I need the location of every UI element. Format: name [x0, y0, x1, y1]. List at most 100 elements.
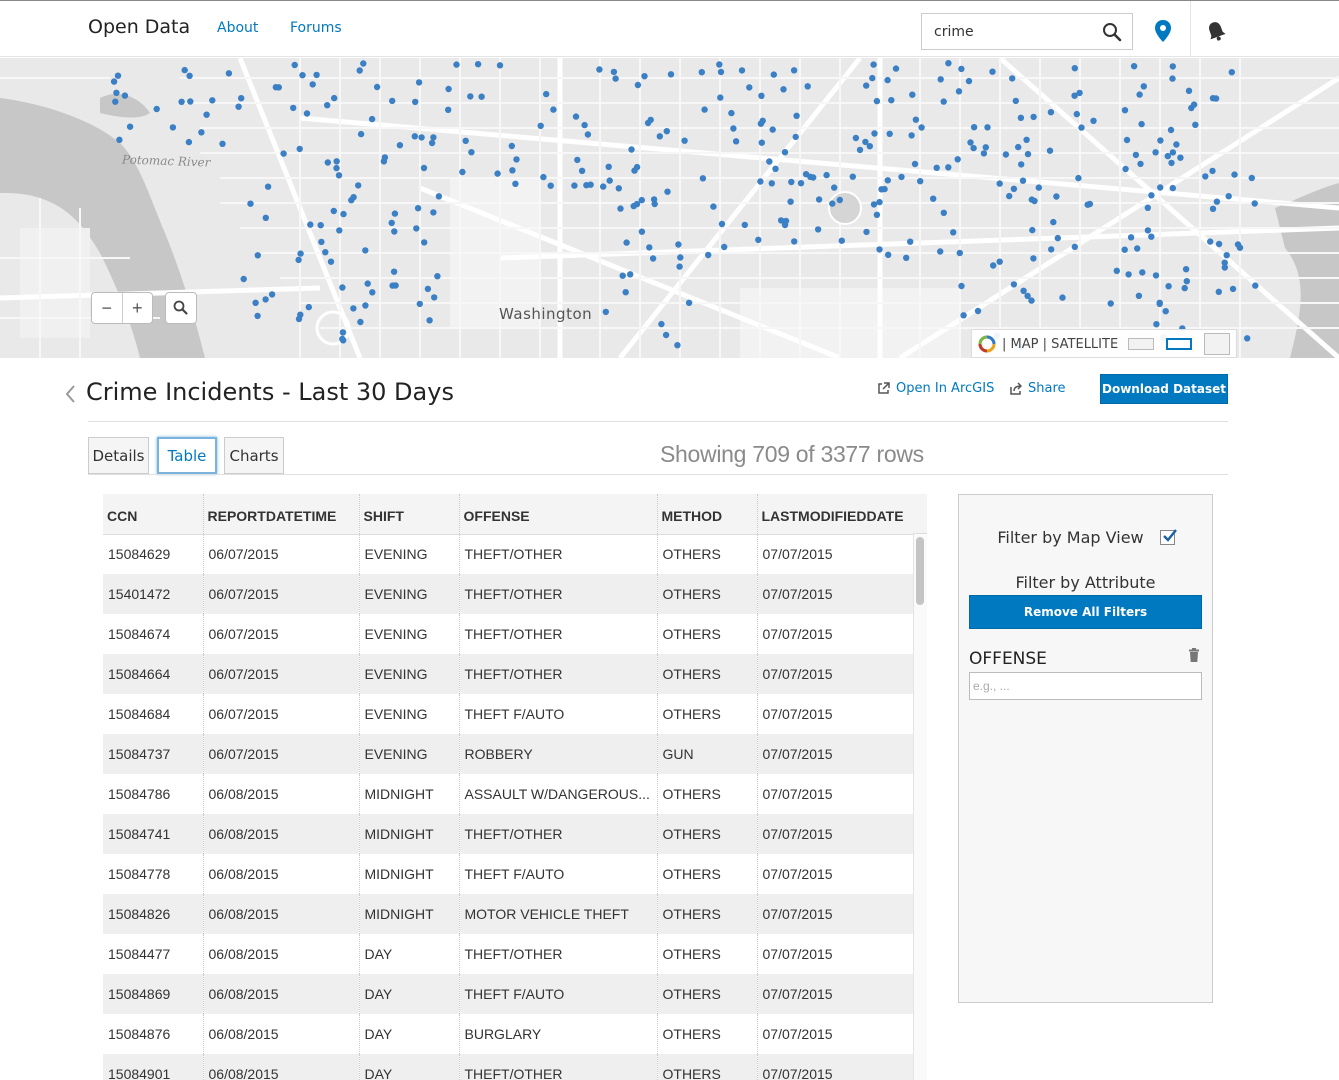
- cell-shift[interactable]: MIDNIGHT: [359, 814, 460, 854]
- column-header-method[interactable]: METHOD: [657, 494, 758, 535]
- crime-point[interactable]: [453, 61, 460, 68]
- cell-ccn[interactable]: 15401472: [103, 574, 204, 614]
- crime-point[interactable]: [758, 139, 765, 146]
- crime-point[interactable]: [305, 303, 312, 311]
- crime-point[interactable]: [264, 183, 272, 190]
- crime-point[interactable]: [350, 305, 357, 312]
- crime-point[interactable]: [770, 71, 777, 78]
- crime-point[interactable]: [550, 106, 557, 113]
- crime-point[interactable]: [280, 150, 287, 157]
- crime-point[interactable]: [1015, 143, 1022, 151]
- crime-point[interactable]: [434, 273, 441, 280]
- cell-ccn[interactable]: 15084664: [103, 654, 204, 694]
- crime-point[interactable]: [415, 79, 423, 86]
- crime-point[interactable]: [1213, 198, 1221, 205]
- column-header-shift[interactable]: SHIFT: [359, 494, 460, 535]
- crime-point[interactable]: [1169, 149, 1177, 156]
- crime-point[interactable]: [1073, 110, 1081, 118]
- crime-point[interactable]: [790, 67, 798, 74]
- crime-point[interactable]: [508, 142, 515, 150]
- crime-point[interactable]: [1228, 69, 1236, 76]
- crime-point[interactable]: [631, 167, 638, 174]
- crime-point[interactable]: [324, 159, 331, 166]
- crime-point[interactable]: [863, 228, 870, 236]
- crime-point[interactable]: [757, 178, 764, 185]
- crime-point[interactable]: [362, 247, 369, 254]
- crime-point[interactable]: [1209, 205, 1217, 212]
- crime-point[interactable]: [612, 75, 619, 82]
- tab-charts[interactable]: Charts: [224, 437, 284, 474]
- crime-point[interactable]: [587, 181, 594, 188]
- crime-point[interactable]: [1024, 150, 1032, 158]
- crime-point[interactable]: [1248, 174, 1256, 182]
- cell-reportdatetime[interactable]: 06/08/2015: [203, 974, 360, 1014]
- crime-point[interactable]: [238, 95, 245, 102]
- crime-point[interactable]: [1132, 151, 1140, 159]
- crime-point[interactable]: [537, 122, 544, 129]
- crime-point[interactable]: [856, 146, 864, 154]
- crime-point[interactable]: [984, 124, 991, 131]
- crime-point[interactable]: [996, 180, 1003, 187]
- crime-point[interactable]: [478, 93, 485, 100]
- crime-point[interactable]: [717, 68, 725, 76]
- cell-reportdatetime[interactable]: 06/08/2015: [203, 774, 360, 814]
- cell-reportdatetime[interactable]: 06/08/2015: [203, 1054, 360, 1080]
- crime-point[interactable]: [907, 238, 914, 245]
- crime-point[interactable]: [667, 71, 675, 78]
- crime-point[interactable]: [1223, 252, 1230, 259]
- crime-point[interactable]: [676, 263, 683, 270]
- crime-point[interactable]: [364, 280, 371, 287]
- crime-point[interactable]: [509, 167, 516, 174]
- crime-point[interactable]: [1182, 266, 1190, 273]
- crime-point[interactable]: [1162, 308, 1169, 315]
- crime-point[interactable]: [755, 236, 762, 243]
- crime-point[interactable]: [1127, 234, 1135, 241]
- crime-point[interactable]: [782, 217, 790, 225]
- crime-point[interactable]: [203, 111, 210, 118]
- crime-point[interactable]: [699, 175, 707, 182]
- crime-point[interactable]: [600, 183, 607, 190]
- crime-point[interactable]: [1157, 184, 1164, 191]
- crime-point[interactable]: [1053, 193, 1060, 200]
- crime-point[interactable]: [721, 243, 728, 251]
- crime-point[interactable]: [869, 74, 876, 82]
- crime-point[interactable]: [1168, 159, 1175, 167]
- crime-point[interactable]: [606, 177, 613, 184]
- table-row[interactable]: 15084876 06/08/2015 DAY BURGLARY OTHERS 07/07…: [103, 1014, 914, 1054]
- crime-point[interactable]: [296, 145, 303, 153]
- crime-point[interactable]: [348, 197, 355, 204]
- location-pin-icon[interactable]: [1153, 19, 1173, 43]
- crime-point[interactable]: [956, 249, 963, 257]
- crime-point[interactable]: [1012, 97, 1019, 105]
- crime-point[interactable]: [1152, 149, 1159, 156]
- crime-point[interactable]: [435, 193, 443, 200]
- crime-point[interactable]: [333, 164, 340, 172]
- crime-point[interactable]: [336, 227, 343, 234]
- trash-icon[interactable]: [1188, 648, 1200, 662]
- column-header-lastmodifieddate[interactable]: LASTMODIFIEDDATE: [757, 494, 914, 535]
- basemap-light-swatch[interactable]: [1128, 338, 1154, 350]
- crime-point[interactable]: [113, 89, 120, 96]
- crime-point[interactable]: [1169, 184, 1177, 192]
- tab-table[interactable]: Table: [157, 437, 217, 474]
- crime-point[interactable]: [1046, 147, 1054, 154]
- column-header-reportdatetime[interactable]: REPORTDATETIME: [203, 494, 360, 535]
- crime-point[interactable]: [1031, 197, 1038, 205]
- crime-point[interactable]: [360, 60, 367, 67]
- cell-shift[interactable]: EVENING: [359, 534, 460, 574]
- crime-point[interactable]: [886, 130, 893, 137]
- crime-point[interactable]: [945, 60, 952, 67]
- crime-point[interactable]: [698, 69, 705, 76]
- cell-offense[interactable]: THEFT/OTHER: [459, 654, 658, 694]
- crime-point[interactable]: [240, 275, 247, 283]
- crime-point[interactable]: [1138, 120, 1145, 128]
- crime-point[interactable]: [1018, 161, 1025, 168]
- crime-point[interactable]: [674, 342, 681, 349]
- crime-point[interactable]: [685, 299, 693, 306]
- crime-point[interactable]: [746, 84, 753, 91]
- cell-lastmodifieddate[interactable]: 07/07/2015: [757, 814, 914, 854]
- crime-point[interactable]: [462, 137, 469, 144]
- crime-point[interactable]: [187, 98, 194, 105]
- cell-offense[interactable]: THEFT F/AUTO: [459, 694, 658, 734]
- crime-point[interactable]: [884, 76, 891, 84]
